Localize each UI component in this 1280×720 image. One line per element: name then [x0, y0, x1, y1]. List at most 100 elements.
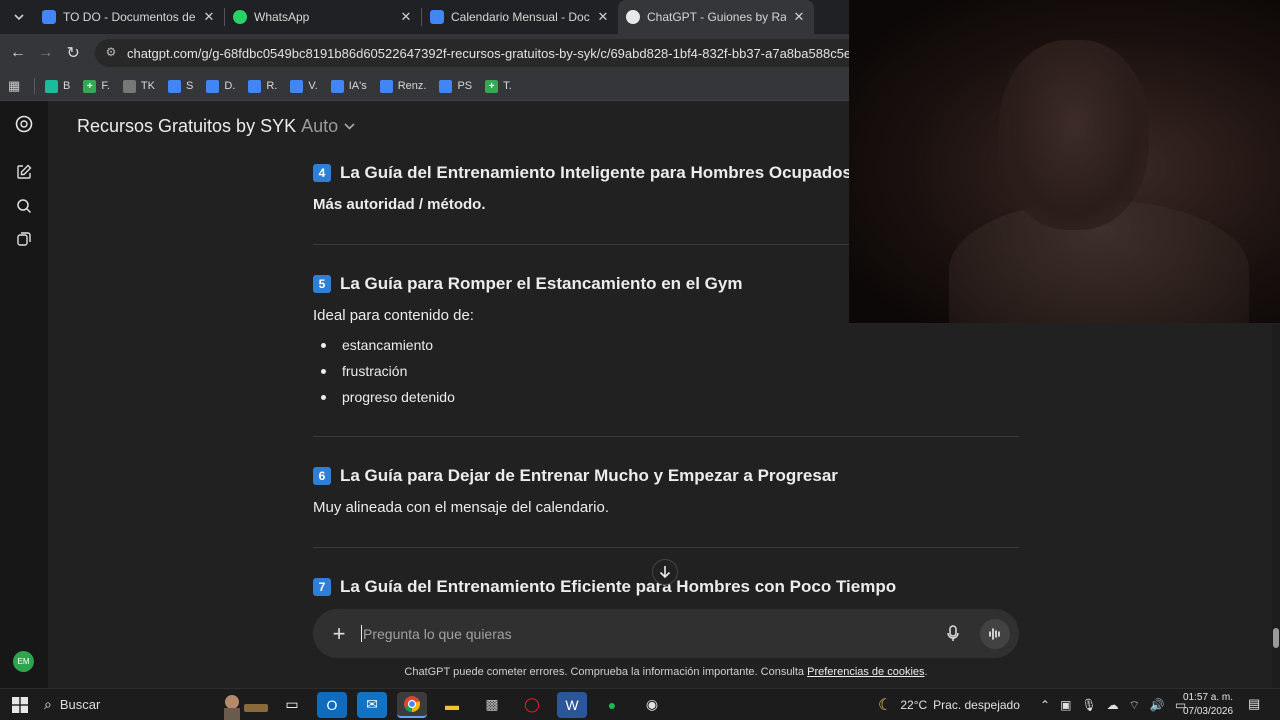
tab-chatgpt[interactable]: ChatGPT - Guiones by Rama ✕: [618, 0, 814, 34]
google-docs-icon: [330, 79, 344, 93]
tab-title: WhatsApp: [254, 10, 310, 24]
list-item: frustración: [313, 358, 1019, 384]
wifi-icon[interactable]: ⌔: [1129, 698, 1140, 713]
notifications-icon[interactable]: ▤: [1248, 696, 1266, 712]
webcam-person-face: [999, 40, 1149, 230]
chatgpt-icon: [626, 10, 640, 24]
close-icon[interactable]: ✕: [792, 9, 806, 25]
bookmark-label: D.: [224, 80, 236, 92]
tab-title: Calendario Mensual - Documentos: [451, 10, 590, 24]
tab-calendario[interactable]: Calendario Mensual - Documentos ✕: [422, 0, 618, 34]
arrow-down-icon: [659, 566, 671, 579]
microphone-icon[interactable]: [942, 625, 964, 642]
number-badge: 5: [313, 275, 331, 293]
search-icon[interactable]: [12, 194, 36, 218]
tray-app-icon[interactable]: ▣: [1060, 698, 1071, 712]
section-divider: [313, 436, 1019, 437]
google-docs-icon: [290, 79, 304, 93]
bookmark-b[interactable]: B: [45, 79, 70, 93]
outlook-icon[interactable]: O: [317, 691, 347, 718]
forward-arrow-icon[interactable]: →: [32, 44, 60, 62]
prompt-input[interactable]: Pregunta lo que quieras: [363, 626, 942, 642]
sheets-icon: +: [83, 79, 97, 93]
volume-icon[interactable]: 🔊: [1150, 698, 1165, 712]
chevron-down-icon: [14, 14, 24, 20]
clock[interactable]: 01:57 a. m. 07/03/2026: [1180, 691, 1236, 719]
back-arrow-icon[interactable]: ←: [4, 44, 32, 62]
bookmark-label: V.: [308, 80, 318, 92]
user-avatar[interactable]: EM: [13, 651, 34, 672]
bookmark-label: F.: [101, 80, 110, 92]
bookmark-r[interactable]: R.: [248, 79, 277, 93]
reload-icon[interactable]: ↻: [59, 43, 87, 63]
search-icon: ⌕: [44, 696, 52, 712]
app-icon-recording[interactable]: ◉: [637, 692, 667, 718]
search-highlight-image[interactable]: [214, 690, 272, 720]
google-docs-icon: [248, 79, 262, 93]
close-icon[interactable]: ✕: [399, 9, 413, 25]
section-title: La Guía para Romper el Estancamiento en …: [340, 274, 743, 293]
opera-icon[interactable]: ◯: [517, 692, 547, 718]
onedrive-icon[interactable]: ☁: [1107, 698, 1119, 712]
sheets-icon: +: [485, 79, 499, 93]
apps-grid-icon[interactable]: ▦: [8, 78, 24, 94]
chrome-icon[interactable]: [397, 691, 427, 718]
app-icon[interactable]: ▩: [477, 692, 507, 718]
google-docs-icon: [379, 79, 393, 93]
file-explorer-icon[interactable]: ▬: [437, 692, 467, 718]
cookie-preferences-link[interactable]: Preferencias de cookies: [807, 666, 924, 678]
tab-title: TO DO - Documentos de Google: [63, 10, 196, 24]
google-docs-icon: [167, 79, 181, 93]
bookmark-label: T.: [503, 80, 512, 92]
bookmark-ias[interactable]: IA's: [330, 79, 367, 93]
close-icon[interactable]: ✕: [596, 9, 610, 25]
bookmark-f[interactable]: + F.: [83, 79, 110, 93]
voice-mode-button[interactable]: [980, 618, 1010, 649]
disclaimer: ChatGPT puede cometer errores. Comprueba…: [313, 666, 1019, 678]
tab-search-button[interactable]: [6, 5, 32, 29]
library-icon[interactable]: [12, 227, 36, 251]
bookmark-renz[interactable]: Renz.: [379, 79, 426, 93]
tab-whatsapp[interactable]: WhatsApp ✕: [225, 0, 421, 34]
new-chat-icon[interactable]: [12, 160, 36, 184]
taskbar-search[interactable]: ⌕ Buscar: [44, 696, 154, 713]
google-docs-icon: [42, 10, 56, 24]
weather-widget[interactable]: ☾ 22°C Prac. despejado: [878, 689, 1020, 720]
scroll-to-bottom-button[interactable]: [652, 559, 678, 585]
section-divider: [313, 547, 1019, 548]
bookmark-label: S: [185, 80, 194, 92]
section-title: La Guía del Entrenamiento Eficiente para…: [340, 577, 897, 596]
bookmark-label: TK: [140, 80, 155, 92]
bookmark-s[interactable]: S: [167, 79, 194, 93]
flag-icon: [122, 79, 136, 93]
number-badge: 7: [313, 578, 331, 596]
openai-logo-icon[interactable]: [12, 112, 36, 136]
chevron-up-icon[interactable]: ⌃: [1040, 698, 1050, 712]
clock-date: 07/03/2026: [1182, 706, 1234, 717]
bookmark-tk[interactable]: TK: [122, 79, 155, 93]
section-title: La Guía para Dejar de Entrenar Mucho y E…: [340, 466, 838, 485]
section-subtitle: Más autoridad / método.: [313, 196, 486, 213]
bookmark-v[interactable]: V.: [290, 79, 318, 93]
mail-icon[interactable]: ✉: [357, 691, 387, 718]
bookmark-t[interactable]: + T.: [485, 79, 512, 93]
bookmark-d[interactable]: D.: [206, 79, 236, 93]
number-badge: 4: [313, 164, 331, 182]
tab-todo-docs[interactable]: TO DO - Documentos de Google ✕: [34, 0, 224, 34]
chatgpt-sidebar: EM: [0, 101, 48, 688]
number-badge: 6: [313, 467, 331, 485]
word-icon[interactable]: W: [557, 691, 587, 718]
search-label: Buscar: [59, 697, 101, 712]
spotify-icon[interactable]: ●: [597, 692, 627, 718]
screen: TO DO - Documentos de Google ✕ WhatsApp …: [0, 0, 1280, 720]
site-info-icon[interactable]: ⚙: [103, 45, 119, 61]
add-attachment-button[interactable]: +: [328, 622, 350, 644]
bookmark-ps[interactable]: PS: [439, 79, 472, 93]
microphone-icon[interactable]: 🎙: [1081, 698, 1096, 712]
windows-start-button[interactable]: [0, 696, 40, 713]
page-scrollbar-thumb[interactable]: [1273, 628, 1279, 648]
task-view-icon[interactable]: ▭: [277, 692, 307, 718]
gpt-name: Recursos Gratuitos by SYK: [77, 115, 297, 136]
close-icon[interactable]: ✕: [202, 9, 216, 25]
section-title: La Guía del Entrenamiento Inteligente pa…: [340, 163, 852, 182]
